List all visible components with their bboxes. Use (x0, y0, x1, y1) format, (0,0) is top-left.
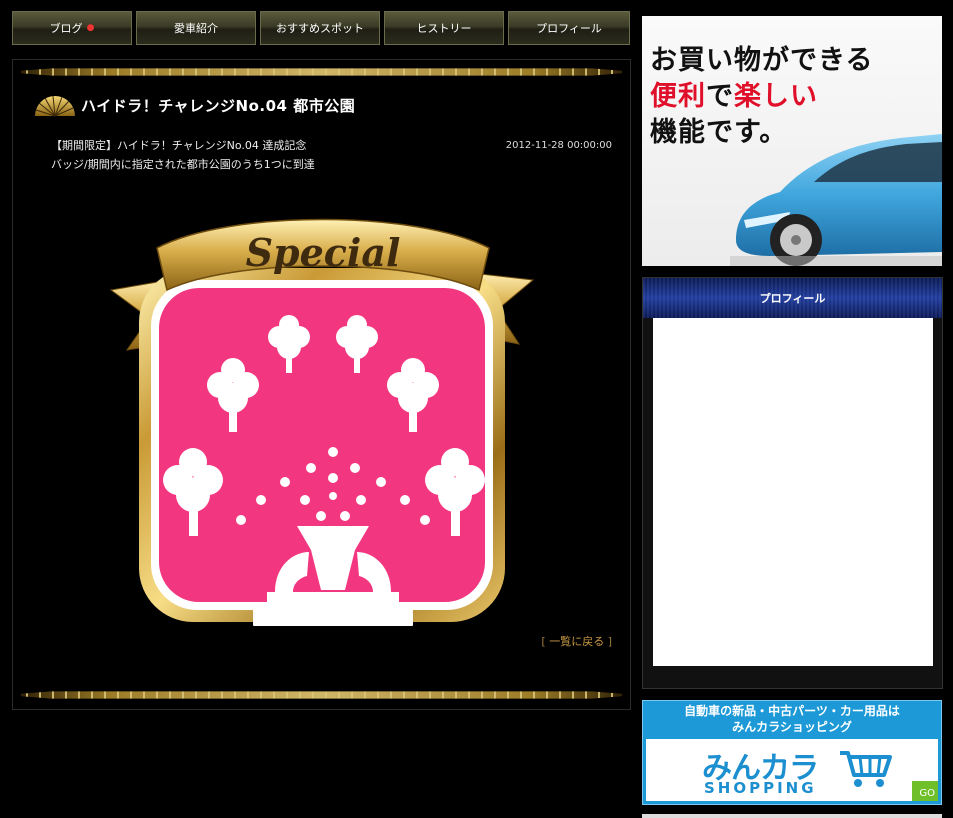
shop-tagline-line-2: みんカラショッピング (732, 720, 852, 734)
golden-fan-icon (35, 95, 75, 117)
tab-recommended-spots[interactable]: おすすめスポット (260, 11, 380, 45)
post-timestamp: 2012-11-28 00:00:00 (505, 140, 612, 151)
tab-blog[interactable]: ブログ ● (12, 11, 132, 45)
shop-logo-word: SHOPPING (704, 779, 817, 797)
profile-heading: プロフィール (643, 278, 942, 318)
tab-blog-label: ブログ (49, 22, 83, 35)
profile-widget: プロフィール (642, 277, 943, 689)
badge-description: 【期間限定】ハイドラ！チャレンジNo.04 達成記念バッジ/期間内に指定された都… (51, 139, 315, 171)
back-to-list: [ 一覧に戻る ] (541, 633, 612, 649)
back-to-list-link[interactable]: 一覧に戻る (549, 635, 604, 648)
tab-car-intro[interactable]: 愛車紹介 (136, 11, 256, 45)
tab-profile[interactable]: プロフィール (508, 11, 630, 45)
shop-tagline: 自動車の新品・中古パーツ・カー用品は みんカラショッピング (643, 703, 941, 735)
next-widget-edge (642, 814, 942, 818)
global-nav: ブログ ● 愛車紹介 おすすめスポット ヒストリー プロフィール (12, 11, 631, 47)
ad-line-2: 便利で楽しい (650, 74, 818, 113)
back-link-close-bracket: ] (604, 635, 612, 648)
ad-line-2-particle: で (706, 81, 734, 112)
special-city-park-badge: Special (109, 218, 535, 626)
minkara-shopping-banner[interactable]: 自動車の新品・中古パーツ・カー用品は みんカラショッピング みんカラ SHOPP… (642, 700, 942, 805)
tab-history[interactable]: ヒストリー (384, 11, 504, 45)
ad-line-1: お買い物ができる (650, 45, 874, 76)
badge-ribbon-text: Special (246, 230, 401, 275)
new-indicator-icon: ● (86, 23, 95, 33)
gold-ornament-top (21, 68, 622, 76)
tab-history-label: ヒストリー (416, 22, 472, 35)
go-button[interactable]: GO (912, 781, 938, 801)
profile-content-area (653, 318, 933, 666)
shopping-cart-icon (840, 751, 892, 787)
tab-profile-label: プロフィール (536, 22, 602, 35)
badge-detail-panel: ハイドラ！チャレンジNo.04 都市公園 【期間限定】ハイドラ！チャレンジNo.… (12, 59, 631, 710)
tab-car-intro-label: 愛車紹介 (174, 22, 218, 35)
tab-recommended-spots-label: おすすめスポット (276, 22, 364, 35)
ad-line-2-convenient: 便利 (650, 81, 706, 112)
shop-tagline-line-1: 自動車の新品・中古パーツ・カー用品は (684, 704, 900, 718)
shop-logo-area: みんカラ SHOPPING GO (646, 739, 938, 801)
shopping-ad-banner[interactable]: お買い物ができる 便利で楽しい 機能です。 (642, 16, 942, 266)
page-title: ハイドラ！チャレンジNo.04 都市公園 (81, 96, 356, 115)
ad-line-2-fun: 楽しい (734, 81, 818, 112)
gold-ornament-bottom (21, 691, 622, 699)
blue-car-image (730, 134, 942, 266)
post-title-row: ハイドラ！チャレンジNo.04 都市公園 (31, 92, 355, 118)
